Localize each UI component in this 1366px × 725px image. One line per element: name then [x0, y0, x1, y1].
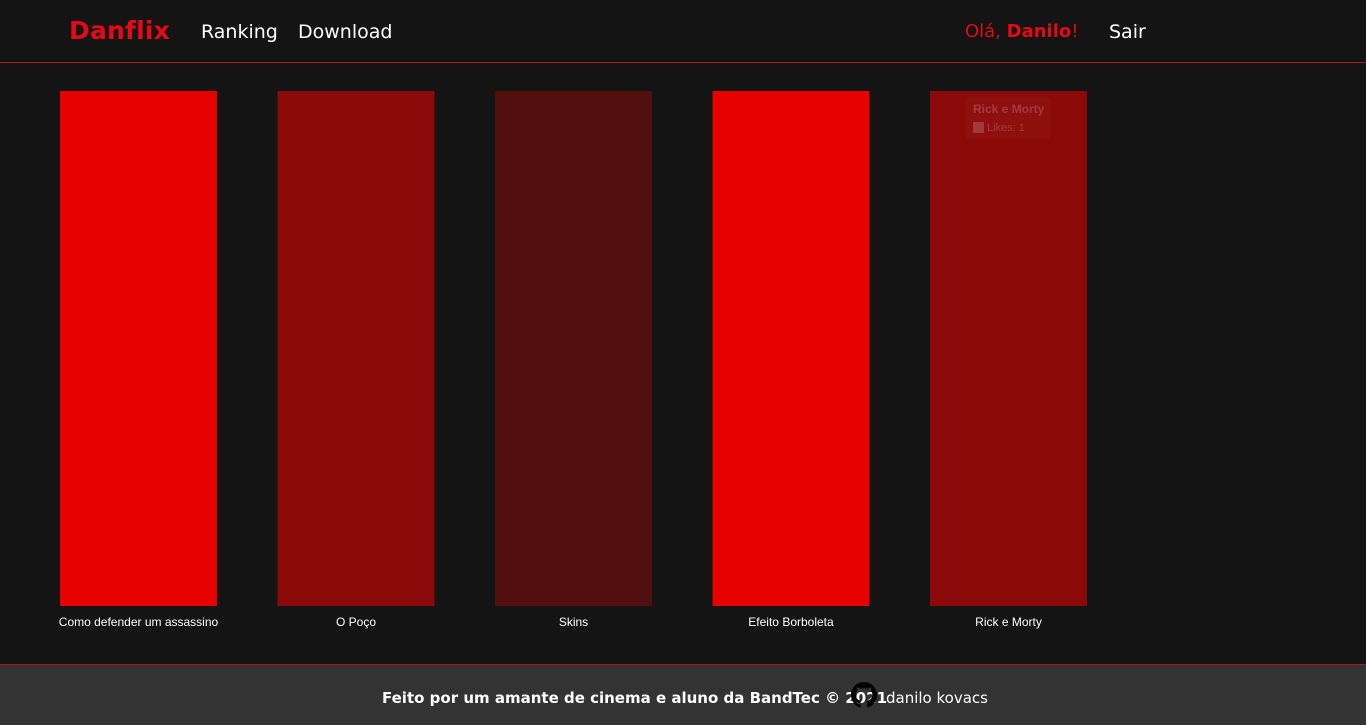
brand-logo[interactable]: Danflix [69, 16, 170, 45]
likes-bar-chart: Como defender um assassino O Poço Skins Efe… [59, 91, 1087, 629]
tick-label-4: Rick e Morty [975, 615, 1042, 629]
github-icon[interactable] [851, 682, 877, 708]
bar-tooltip: Rick e Morty Likes: 1 [965, 97, 1051, 139]
nav-link-ranking[interactable]: Ranking [201, 21, 278, 43]
footer-author[interactable]: danilo kovacs [886, 689, 988, 707]
tick-label-2: Skins [559, 615, 588, 629]
tooltip-value: Likes: 1 [987, 122, 1025, 134]
tick-label-3: Efeito Borboleta [748, 615, 834, 629]
greeting-suffix: ! [1071, 21, 1079, 42]
greeting-prefix: Olá, [965, 21, 1007, 42]
bar-2[interactable] [495, 91, 652, 606]
navbar: Danflix Ranking Download Olá, Danilo! Sa… [0, 0, 1366, 63]
bar-4[interactable] [930, 91, 1087, 606]
footer-text: Feito por um amante de cinema e aluno da… [382, 689, 888, 707]
greeting-name: Danilo [1006, 21, 1072, 42]
tooltip-swatch [973, 122, 984, 133]
tick-label-0: Como defender um assassino [59, 615, 219, 629]
bar-1[interactable] [277, 91, 435, 606]
footer: Feito por um amante de cinema e aluno da… [0, 664, 1366, 725]
logout-link[interactable]: Sair [1109, 21, 1146, 43]
bar-0[interactable] [60, 91, 217, 606]
user-greeting: Olá, Danilo! [965, 21, 1078, 42]
tick-label-1: O Poço [336, 615, 376, 629]
tooltip-title: Rick e Morty [973, 102, 1045, 116]
nav-link-download[interactable]: Download [298, 21, 392, 43]
bar-3[interactable] [712, 91, 870, 606]
